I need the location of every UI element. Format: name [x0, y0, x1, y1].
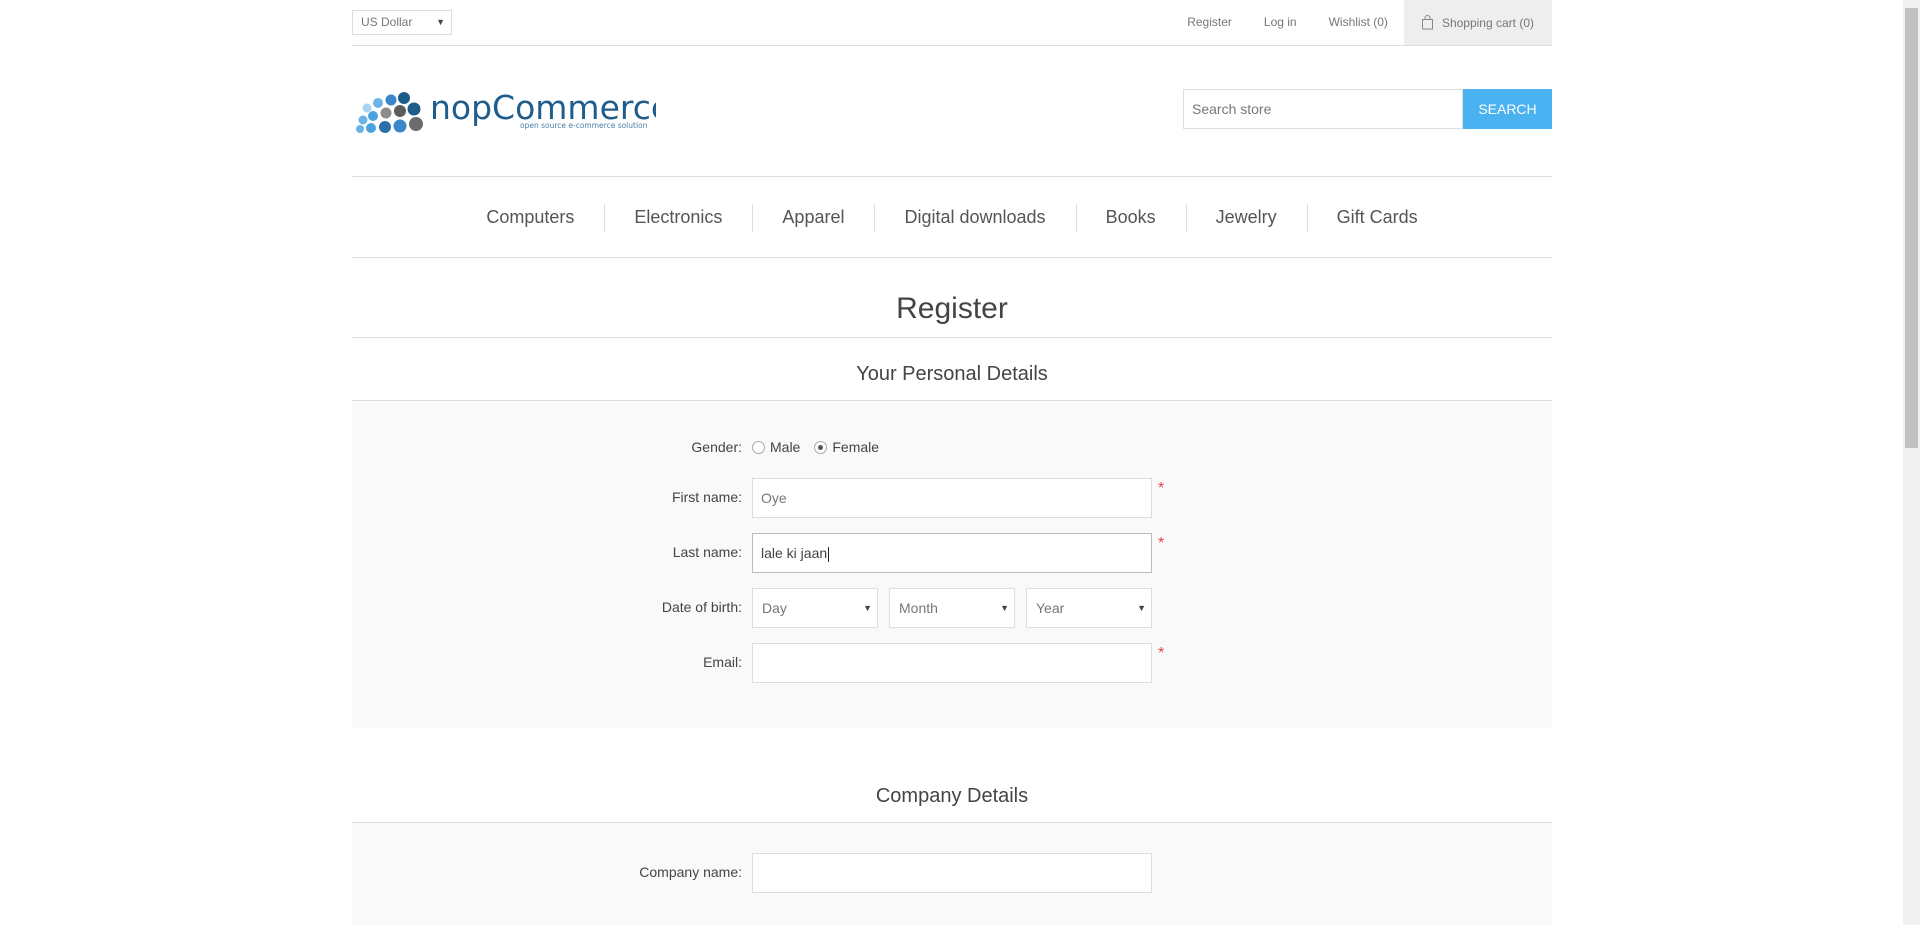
first-name-row: First name: Oye * — [352, 478, 1552, 518]
search-box: Search — [1183, 89, 1552, 129]
dob-year-value: Year — [1036, 600, 1065, 616]
menu-item-electronics[interactable]: Electronics — [604, 202, 752, 232]
header-lower: nopCommerce open source e-commerce solut… — [352, 46, 1552, 176]
last-name-field[interactable]: lale ki jaan — [752, 533, 1152, 573]
gender-male-radio[interactable] — [752, 440, 765, 454]
store-logo[interactable]: nopCommerce open source e-commerce solut… — [356, 81, 671, 141]
shopping-cart-label: Shopping cart (0) — [1441, 15, 1534, 30]
logo-tagline: open source e-commerce solution — [520, 121, 648, 130]
vertical-scrollbar[interactable] — [1903, 0, 1920, 925]
gender-radio-group: Male Female — [752, 439, 893, 455]
dob-day-value: Day — [762, 600, 787, 616]
currency-select[interactable]: US Dollar ▼ — [352, 10, 452, 35]
email-label: Email: — [703, 654, 742, 670]
menu-item-books[interactable]: Books — [1075, 202, 1186, 232]
menu-item-gift-cards[interactable]: Gift Cards — [1306, 202, 1448, 232]
date-of-birth-label: Date of birth: — [661, 599, 742, 615]
text-caret — [828, 546, 830, 562]
company-name-row: Company name: — [352, 853, 1552, 893]
company-name-field[interactable] — [752, 853, 1152, 893]
last-name-row: Last name: lale ki jaan * — [352, 533, 1552, 573]
menu-item-digital-downloads[interactable]: Digital downloads — [874, 202, 1075, 232]
menu-item-jewelry[interactable]: Jewelry — [1185, 202, 1307, 232]
required-mark: * — [1158, 480, 1165, 497]
page-title: Register — [896, 292, 1008, 325]
chevron-down-icon: ▼ — [436, 17, 445, 27]
menu-item-apparel[interactable]: Apparel — [752, 202, 874, 232]
login-link[interactable]: Log in — [1248, 0, 1313, 45]
master-wrapper: US Dollar ▼ Register Log in Wishlist (0)… — [352, 0, 1552, 925]
search-button[interactable]: Search — [1463, 89, 1552, 129]
first-name-field[interactable]: Oye — [752, 478, 1152, 518]
chevron-down-icon: ▼ — [863, 603, 872, 613]
shopping-cart-link[interactable]: Shopping cart (0) — [1403, 0, 1552, 45]
date-of-birth-row: Date of birth: Day ▼ Month ▼ Year ▼ — [352, 588, 1552, 628]
page: US Dollar ▼ Register Log in Wishlist (0)… — [0, 0, 1903, 925]
last-name-label: Last name: — [672, 544, 742, 560]
chevron-down-icon: ▼ — [1000, 603, 1009, 613]
required-mark: * — [1158, 535, 1165, 552]
required-mark: * — [1158, 645, 1165, 662]
email-field[interactable] — [752, 643, 1152, 683]
gender-female-radio[interactable] — [814, 440, 828, 454]
dob-month-value: Month — [899, 600, 938, 616]
personal-details-title: Your Personal Details — [352, 338, 1552, 401]
register-link[interactable]: Register — [1171, 0, 1248, 45]
dob-year-select[interactable]: Year ▼ — [1026, 588, 1152, 628]
shopping-bag-icon — [1421, 15, 1434, 30]
first-name-label: First name: — [671, 489, 742, 505]
top-menu: Computers Electronics Apparel Digital do… — [352, 176, 1552, 258]
gender-male-label[interactable]: Male — [770, 439, 800, 455]
header-links: Register Log in Wishlist (0) Shopping ca… — [1171, 0, 1552, 45]
gender-label: Gender: — [691, 439, 742, 455]
wishlist-link[interactable]: Wishlist (0) — [1313, 0, 1404, 45]
search-input[interactable] — [1183, 89, 1463, 129]
company-name-label: Company name: — [639, 864, 742, 880]
dob-day-select[interactable]: Day ▼ — [752, 588, 878, 628]
email-row: Email: * — [352, 643, 1552, 683]
company-details-title: Company Details — [352, 760, 1552, 823]
company-details-fields: Company name: — [352, 823, 1552, 925]
last-name-value: lale ki jaan — [761, 545, 828, 561]
gender-female-label[interactable]: Female — [832, 439, 879, 455]
personal-details-fields: Gender: Male Female First name: Oye * La… — [352, 401, 1552, 728]
gender-row: Gender: Male Female — [352, 438, 1552, 458]
currency-value: US Dollar — [361, 15, 413, 29]
page-title-bar: Register — [352, 258, 1552, 338]
dob-month-select[interactable]: Month ▼ — [889, 588, 1015, 628]
header-top-bar: US Dollar ▼ Register Log in Wishlist (0)… — [352, 0, 1552, 46]
chevron-down-icon: ▼ — [1137, 603, 1146, 613]
menu-item-computers[interactable]: Computers — [456, 202, 604, 232]
scrollbar-thumb[interactable] — [1905, 8, 1918, 448]
